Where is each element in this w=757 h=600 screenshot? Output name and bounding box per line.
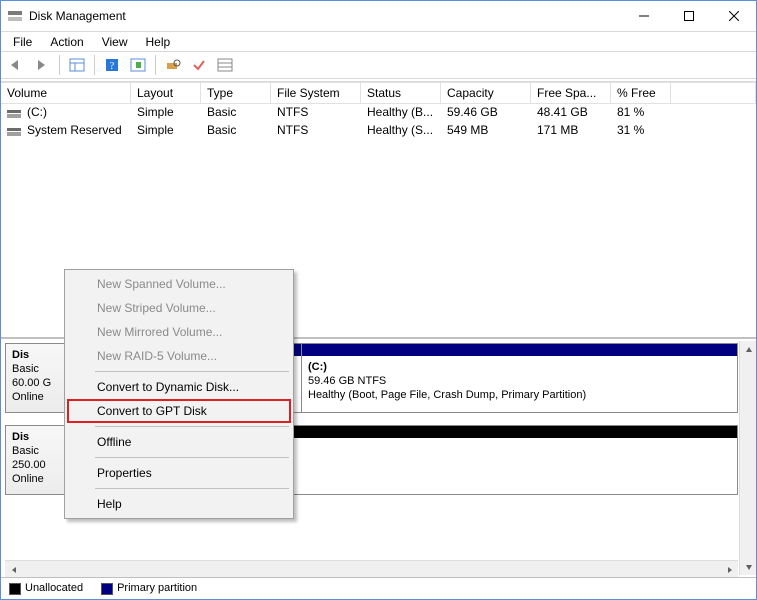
col-layout[interactable]: Layout [131,82,201,104]
ctx-new-mirrored: New Mirrored Volume... [67,320,291,344]
menu-help[interactable]: Help [138,33,179,51]
cell-pct: 31 % [611,122,671,140]
ctx-convert-gpt[interactable]: Convert to GPT Disk [67,399,291,423]
refresh-icon[interactable] [127,54,149,76]
list-icon[interactable] [214,54,236,76]
app-icon [7,8,23,24]
legend-primary: Primary partition [101,582,197,594]
vertical-scrollbar[interactable] [739,341,756,575]
window-title: Disk Management [29,9,126,23]
ctx-properties[interactable]: Properties [67,461,291,485]
legend-unallocated: Unallocated [9,582,83,594]
menu-view[interactable]: View [94,33,136,51]
ctx-offline[interactable]: Offline [67,430,291,454]
cell-capacity: 549 MB [441,122,531,140]
check-icon[interactable] [188,54,210,76]
menu-bar: File Action View Help [1,31,756,51]
cell-status: Healthy (B... [361,104,441,122]
menu-action[interactable]: Action [42,33,91,51]
cell-status: Healthy (S... [361,122,441,140]
cell-layout: Simple [131,104,201,122]
scroll-right-icon[interactable] [721,561,738,577]
close-button[interactable] [711,2,756,31]
col-filesystem[interactable]: File System [271,82,361,104]
cell-free: 48.41 GB [531,104,611,122]
ctx-convert-dynamic[interactable]: Convert to Dynamic Disk... [67,375,291,399]
col-volume[interactable]: Volume [1,82,131,104]
cell-name: (C:) [1,104,131,122]
back-button[interactable] [5,54,27,76]
volume-icon [7,107,23,119]
minimize-button[interactable] [621,2,666,31]
help-icon[interactable]: ? [101,54,123,76]
volume-icon [7,125,23,137]
cell-layout: Simple [131,122,201,140]
cell-name: System Reserved [1,122,131,140]
ctx-new-raid5: New RAID-5 Volume... [67,344,291,368]
partition[interactable]: (C:)59.46 GB NTFSHealthy (Boot, Page Fil… [302,344,737,412]
context-menu: New Spanned Volume... New Striped Volume… [64,269,294,519]
cell-fs: NTFS [271,104,361,122]
col-capacity[interactable]: Capacity [441,82,531,104]
volume-list-header: Volume Layout Type File System Status Ca… [1,82,756,104]
settings-icon[interactable] [162,54,184,76]
scroll-up-icon[interactable] [740,341,756,358]
partition-text: (C:)59.46 GB NTFSHealthy (Boot, Page Fil… [308,348,731,402]
scroll-left-icon[interactable] [5,561,22,577]
cell-free: 171 MB [531,122,611,140]
ctx-new-striped: New Striped Volume... [67,296,291,320]
scroll-down-icon[interactable] [740,558,756,575]
cell-capacity: 59.46 GB [441,104,531,122]
menu-file[interactable]: File [5,33,40,51]
svg-text:?: ? [110,61,115,72]
maximize-button[interactable] [666,2,711,31]
horizontal-scrollbar[interactable] [5,560,738,577]
cell-type: Basic [201,104,271,122]
toolbar: ? [1,51,756,79]
col-status[interactable]: Status [361,82,441,104]
ctx-new-spanned: New Spanned Volume... [67,272,291,296]
volume-row[interactable]: System ReservedSimpleBasicNTFSHealthy (S… [1,122,756,140]
col-spacer [671,82,756,104]
disk-management-window: Disk Management File Action View Help ? … [0,0,757,600]
col-pctfree[interactable]: % Free [611,82,671,104]
col-type[interactable]: Type [201,82,271,104]
cell-type: Basic [201,122,271,140]
cell-pct: 81 % [611,104,671,122]
col-free[interactable]: Free Spa... [531,82,611,104]
cell-fs: NTFS [271,122,361,140]
legend: Unallocated Primary partition [1,577,756,599]
view-toggle-icon[interactable] [66,54,88,76]
title-bar: Disk Management [1,1,756,31]
forward-button[interactable] [31,54,53,76]
ctx-help[interactable]: Help [67,492,291,516]
volume-row[interactable]: (C:)SimpleBasicNTFSHealthy (B...59.46 GB… [1,104,756,122]
